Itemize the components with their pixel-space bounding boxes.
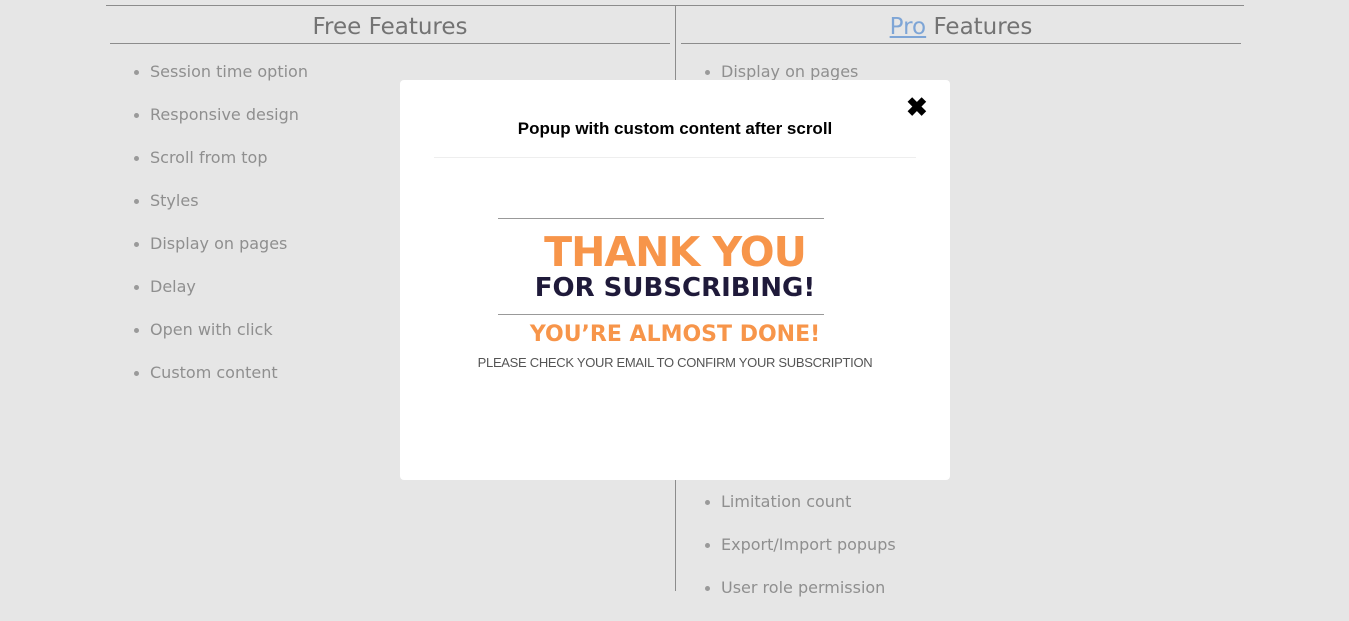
pro-features-heading: Pro Features [681, 6, 1241, 44]
list-item: Delay [134, 277, 308, 320]
pro-features-list-continued: Limitation count Export/Import popups Us… [705, 492, 896, 621]
image-rule-bottom [498, 314, 824, 315]
list-item: Limitation count [705, 492, 896, 535]
list-item: Responsive design [134, 105, 308, 148]
image-text-confirm: PLEASE CHECK YOUR EMAIL TO CONFIRM YOUR … [477, 355, 873, 370]
image-text-thank-you: THANK YOU [544, 228, 807, 276]
free-features-list: Session time option Responsive design Sc… [134, 62, 308, 406]
image-rule-top [498, 218, 824, 219]
list-item: Session time option [134, 62, 308, 105]
popup-title: Popup with custom content after scroll [517, 119, 833, 138]
free-features-column: Free Features Session time option Respon… [110, 6, 670, 382]
image-text-subscribing: FOR SUBSCRIBING! [534, 273, 816, 303]
list-item: User role permission [705, 578, 896, 621]
list-item: Open with click [134, 320, 308, 363]
pro-features-column: Pro Features Display on pages Limitation… [681, 6, 1241, 597]
list-item: Export/Import popups [705, 535, 896, 578]
close-icon[interactable]: ✖ [906, 94, 928, 120]
pro-link[interactable]: Pro [890, 14, 927, 40]
list-item: Display on pages [134, 234, 308, 277]
popup-dialog: ✖ Popup with custom content after scroll… [400, 80, 950, 480]
list-item: Scroll from top [134, 148, 308, 191]
popup-separator [434, 157, 916, 158]
thank-you-image: THANK YOU FOR SUBSCRIBING! YOU’RE ALMOST… [460, 218, 890, 378]
list-item: Styles [134, 191, 308, 234]
list-item: Custom content [134, 363, 308, 406]
free-features-heading: Free Features [110, 6, 670, 44]
image-text-almost-done: YOU’RE ALMOST DONE! [529, 322, 821, 347]
